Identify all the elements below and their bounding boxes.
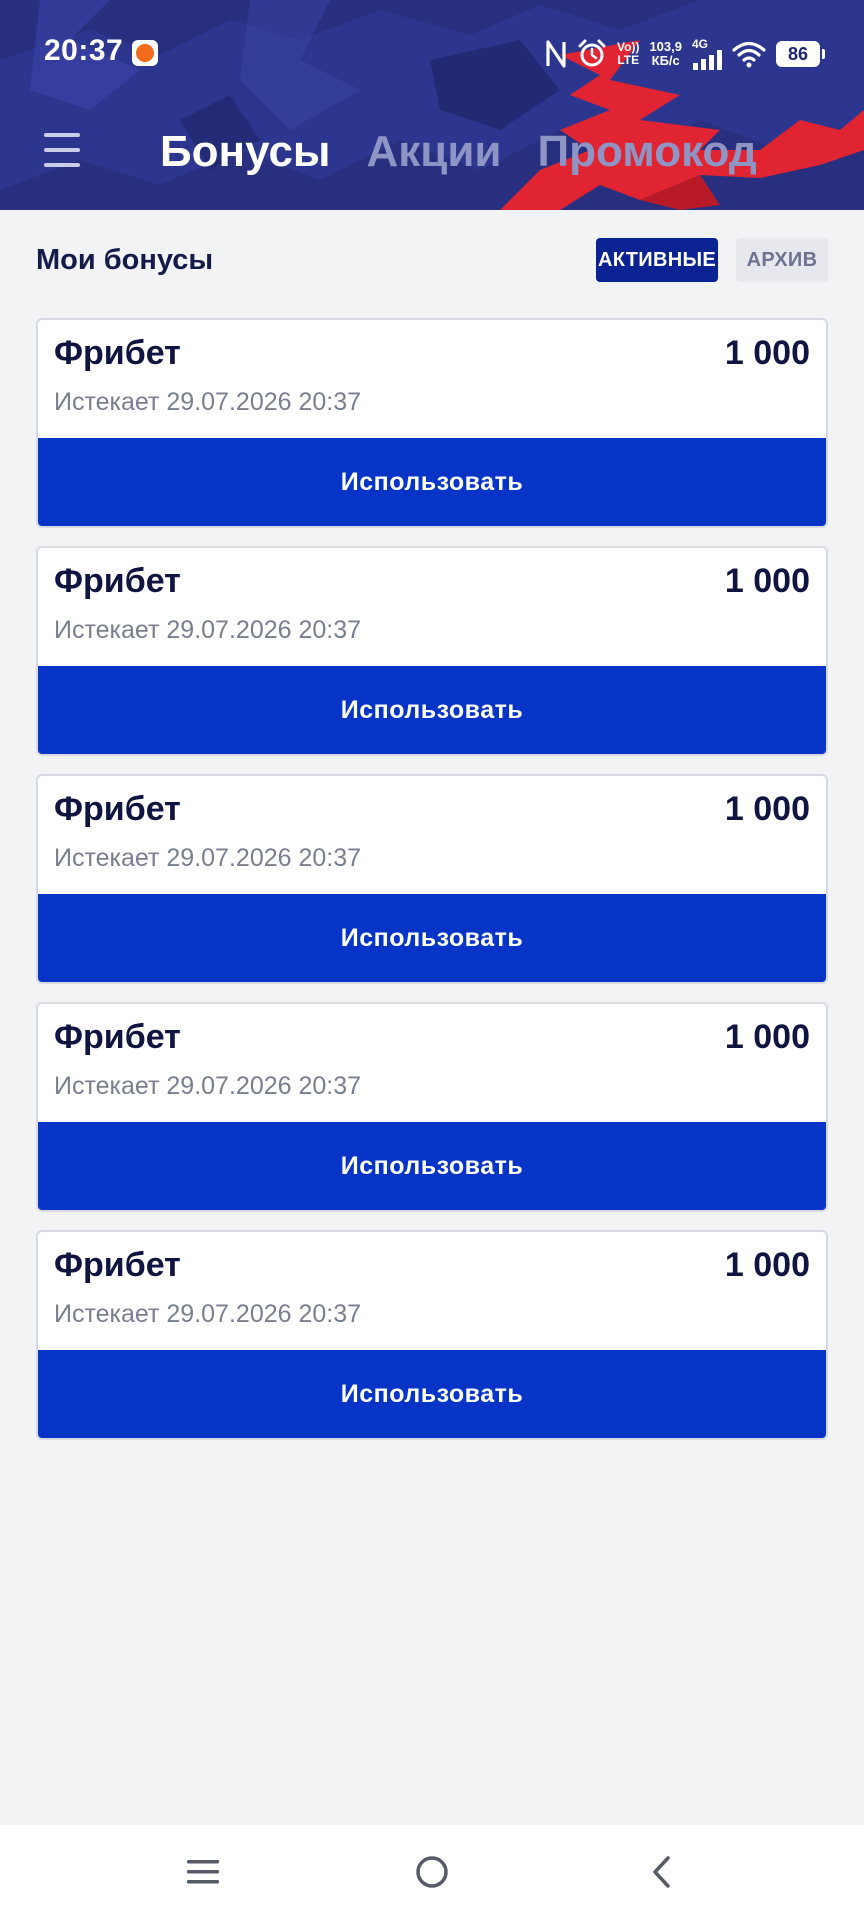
use-bonus-button[interactable]: Использовать <box>38 1350 826 1438</box>
bonus-title: Фрибет <box>54 334 181 372</box>
bonus-amount: 1 000 <box>724 1246 810 1284</box>
bonus-title: Фрибет <box>54 562 181 600</box>
bonus-amount: 1 000 <box>724 334 810 372</box>
hamburger-menu-icon[interactable] <box>44 133 80 167</box>
nfc-icon <box>545 37 567 71</box>
tab-promocode[interactable]: Промокод <box>537 127 756 177</box>
filter-active-button[interactable]: АКТИВНЫЕ <box>596 238 718 282</box>
tab-promotions[interactable]: Акции <box>367 127 502 177</box>
battery-icon: 86 <box>776 41 825 67</box>
bonus-amount: 1 000 <box>724 790 810 828</box>
alarm-icon <box>577 37 607 71</box>
mobile-gen-label: 4G <box>692 37 709 51</box>
bonus-title: Фрибет <box>54 1246 181 1284</box>
bonus-card: Фрибет 1 000 Истекает 29.07.2026 20:37 И… <box>36 546 828 756</box>
bonus-expiry: Истекает 29.07.2026 20:37 <box>54 388 362 416</box>
header-tabs: Бонусы Акции Промокод <box>160 127 757 177</box>
tab-bonuses[interactable]: Бонусы <box>160 127 331 177</box>
bonus-amount: 1 000 <box>724 562 810 600</box>
bonus-title: Фрибет <box>54 1018 181 1056</box>
use-bonus-button[interactable]: Использовать <box>38 894 826 982</box>
filter-archive-button[interactable]: АРХИВ <box>736 238 828 282</box>
wifi-icon <box>732 37 766 71</box>
use-bonus-button[interactable]: Использовать <box>38 666 826 754</box>
header-nav: Бонусы Акции Промокод <box>0 105 864 210</box>
bonus-card: Фрибет 1 000 Истекает 29.07.2026 20:37 И… <box>36 1002 828 1212</box>
lte-label: LTE <box>617 53 640 67</box>
home-circle-icon[interactable] <box>407 1847 457 1897</box>
bonus-card: Фрибет 1 000 Истекает 29.07.2026 20:37 И… <box>36 1230 828 1440</box>
bonus-expiry: Истекает 29.07.2026 20:37 <box>54 616 362 644</box>
network-speed-value: 103,9 <box>649 39 682 54</box>
network-speed-unit: КБ/с <box>651 53 680 68</box>
app-header: 20:37 Vo)) LTE 103,9 КБ/с 4G 86 Бонусы А… <box>0 0 864 210</box>
bonus-card: Фрибет 1 000 Истекает 29.07.2026 20:37 И… <box>36 318 828 528</box>
system-navigation-bar <box>0 1825 864 1920</box>
signal-bars-icon: 4G <box>692 37 722 71</box>
recents-icon[interactable] <box>178 1847 228 1897</box>
bonus-expiry: Истекает 29.07.2026 20:37 <box>54 1072 362 1100</box>
back-chevron-icon[interactable] <box>636 1847 686 1897</box>
use-bonus-button[interactable]: Использовать <box>38 1122 826 1210</box>
section-title: Мои бонусы <box>36 244 214 276</box>
bonus-expiry: Истекает 29.07.2026 20:37 <box>54 1300 362 1328</box>
notification-app-icon <box>132 40 158 66</box>
bonus-title: Фрибет <box>54 790 181 828</box>
network-speed: 103,9 КБ/с <box>649 37 682 71</box>
bonus-expiry: Истекает 29.07.2026 20:37 <box>54 844 362 872</box>
section-header: Мои бонусы АКТИВНЫЕ АРХИВ <box>36 238 828 284</box>
filter-toggle: АКТИВНЫЕ АРХИВ <box>596 238 828 282</box>
volte-indicator: Vo)) LTE <box>617 37 639 71</box>
status-icons: Vo)) LTE 103,9 КБ/с 4G 86 <box>545 36 825 72</box>
status-time: 20:37 <box>44 34 124 67</box>
status-bar: 20:37 Vo)) LTE 103,9 КБ/с 4G 86 <box>0 0 864 105</box>
main-content: Мои бонусы АКТИВНЫЕ АРХИВ Фрибет 1 000 И… <box>0 210 864 1825</box>
bonus-amount: 1 000 <box>724 1018 810 1056</box>
bonus-card: Фрибет 1 000 Истекает 29.07.2026 20:37 И… <box>36 774 828 984</box>
bonus-list: Фрибет 1 000 Истекает 29.07.2026 20:37 И… <box>36 318 828 1458</box>
use-bonus-button[interactable]: Использовать <box>38 438 826 526</box>
